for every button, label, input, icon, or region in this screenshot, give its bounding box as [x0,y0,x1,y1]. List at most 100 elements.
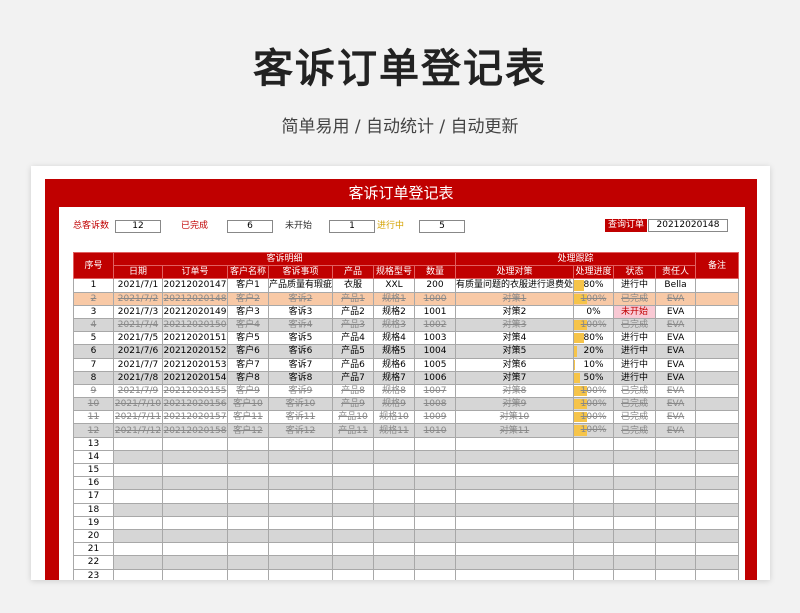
table-row[interactable]: 3 2021/7/3 20212020149 客户3 客诉3 产品2 规格2 1001 对策2 0… [73,304,740,319]
cell-product[interactable]: 产品7 [332,370,375,385]
cell-issue[interactable]: 客诉9 [267,383,334,399]
cell-product[interactable]: 产品5 [332,344,375,359]
cell-empty[interactable] [455,502,575,517]
cell-status[interactable]: 进行中 [613,344,657,359]
cell-empty[interactable] [455,555,575,570]
cell-issue[interactable]: 客诉11 [267,410,334,425]
cell-owner[interactable]: EVA [655,304,697,319]
table-row[interactable]: 8 2021/7/8 20212020154 客户8 客诉8 产品7 规格7 1006 对策7 5… [73,370,740,385]
cell-seq[interactable]: 6 [73,344,114,359]
cell-empty[interactable] [162,528,228,544]
cell-owner[interactable]: EVA [655,370,697,385]
cell-seq[interactable]: 15 [73,462,114,478]
cell-empty[interactable] [414,476,457,491]
cell-order[interactable]: 20212020158 [162,423,228,438]
cell-qty[interactable]: 1003 [414,331,457,346]
cell-date[interactable]: 2021/7/5 [113,331,163,346]
table-row-empty[interactable]: 21 [73,542,740,557]
cell-empty[interactable] [332,568,375,580]
cell-status[interactable]: 已完成 [613,410,657,425]
cell-empty[interactable] [227,528,269,544]
cell-remark[interactable] [695,278,740,293]
cell-empty[interactable] [613,436,657,451]
cell-order[interactable]: 20212020150 [162,317,228,333]
cell-empty[interactable] [267,555,334,570]
cell-product[interactable]: 产品2 [332,304,375,319]
cell-empty[interactable] [655,528,697,544]
cell-date[interactable]: 2021/7/8 [113,370,163,385]
cell-empty[interactable] [373,515,416,530]
table-row-empty[interactable]: 22 [73,555,740,570]
cell-progress[interactable]: 50% [573,370,615,385]
cell-empty[interactable] [655,489,697,504]
cell-remark[interactable] [695,397,740,412]
cell-measure[interactable]: 对策2 [455,304,575,319]
cell-customer[interactable]: 客户7 [227,357,269,372]
cell-spec[interactable]: 规格4 [373,331,416,346]
cell-empty[interactable] [227,568,269,580]
cell-empty[interactable] [414,436,457,451]
cell-empty[interactable] [113,489,163,504]
cell-empty[interactable] [227,515,269,530]
cell-status[interactable]: 进行中 [613,357,657,372]
cell-empty[interactable] [414,449,457,465]
cell-owner[interactable]: EVA [655,291,697,306]
cell-empty[interactable] [613,489,657,504]
cell-owner[interactable]: EVA [655,357,697,372]
cell-seq[interactable]: 10 [73,397,114,412]
cell-empty[interactable] [332,436,375,451]
cell-empty[interactable] [695,528,740,544]
cell-progress[interactable]: 100% [573,291,615,306]
cell-empty[interactable] [695,542,740,557]
stat-completed-value[interactable]: 6 [227,220,273,233]
table-row[interactable]: 12 2021/7/12 20212020158 客户12 客诉12 产品11 规格11 10… [73,423,740,438]
table-row[interactable]: 10 2021/7/10 20212020156 客户10 客诉10 产品9 规格9 1008… [73,397,740,412]
cell-owner[interactable]: EVA [655,423,697,438]
table-row-empty[interactable]: 14 [73,449,740,465]
cell-date[interactable]: 2021/7/9 [113,383,163,399]
table-row[interactable]: 7 2021/7/7 20212020153 客户7 客诉7 产品6 规格6 1005 对策6 1… [73,357,740,372]
cell-empty[interactable] [113,502,163,517]
cell-empty[interactable] [613,542,657,557]
cell-remark[interactable] [695,344,740,359]
cell-empty[interactable] [332,542,375,557]
cell-empty[interactable] [162,542,228,557]
cell-spec[interactable]: 规格9 [373,397,416,412]
cell-progress[interactable]: 20% [573,344,615,359]
cell-seq[interactable]: 20 [73,528,114,544]
cell-empty[interactable] [613,528,657,544]
cell-empty[interactable] [655,542,697,557]
cell-empty[interactable] [573,515,615,530]
cell-empty[interactable] [455,436,575,451]
cell-product[interactable]: 产品3 [332,317,375,333]
cell-order[interactable]: 20212020151 [162,331,228,346]
table-row-empty[interactable]: 16 [73,476,740,491]
cell-empty[interactable] [227,555,269,570]
cell-empty[interactable] [655,449,697,465]
cell-empty[interactable] [573,502,615,517]
cell-empty[interactable] [613,476,657,491]
cell-date[interactable]: 2021/7/7 [113,357,163,372]
cell-empty[interactable] [613,462,657,478]
cell-empty[interactable] [113,449,163,465]
cell-owner[interactable]: EVA [655,410,697,425]
cell-empty[interactable] [695,436,740,451]
cell-qty[interactable]: 1007 [414,383,457,399]
cell-empty[interactable] [455,489,575,504]
cell-customer[interactable]: 客户4 [227,317,269,333]
cell-owner[interactable]: EVA [655,397,697,412]
cell-seq[interactable]: 5 [73,331,114,346]
cell-empty[interactable] [227,542,269,557]
cell-remark[interactable] [695,383,740,399]
stat-not-started-value[interactable]: 1 [329,220,375,233]
cell-empty[interactable] [332,449,375,465]
cell-empty[interactable] [113,528,163,544]
table-row[interactable]: 11 2021/7/11 20212020157 客户11 客诉11 产品10 规格10 10… [73,410,740,425]
cell-status[interactable]: 已完成 [613,423,657,438]
table-row[interactable]: 4 2021/7/4 20212020150 客户4 客诉4 产品3 规格3 1002 对策3 1… [73,317,740,333]
cell-measure[interactable]: 对策1 [455,291,575,306]
cell-empty[interactable] [573,476,615,491]
cell-empty[interactable] [227,489,269,504]
cell-spec[interactable]: 规格8 [373,383,416,399]
cell-empty[interactable] [695,568,740,580]
